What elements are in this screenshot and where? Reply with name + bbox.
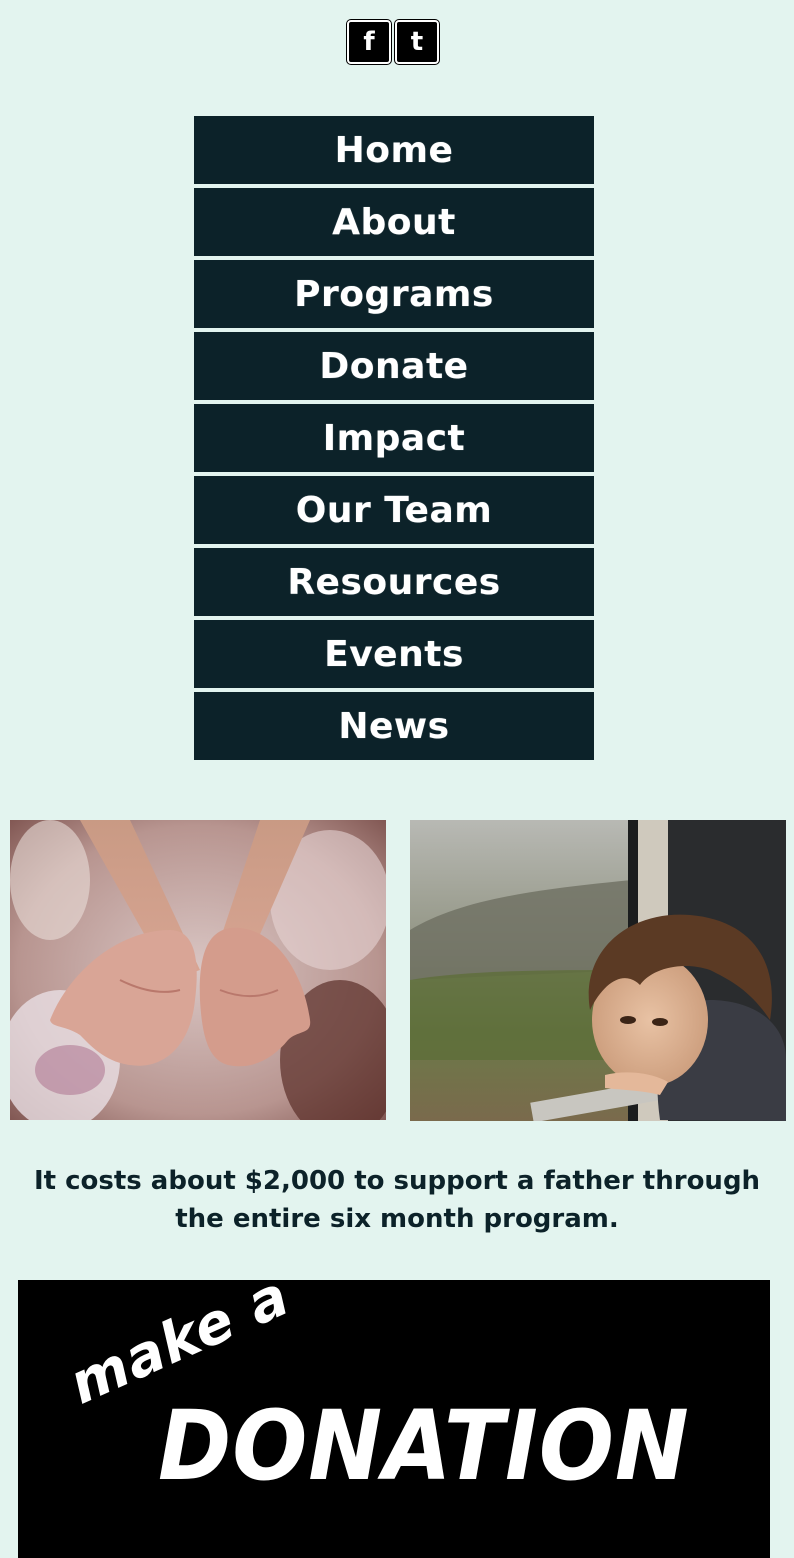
nav-item-news[interactable]: News [194, 692, 594, 760]
donation-banner[interactable]: make a DONATION [18, 1280, 770, 1558]
nav-item-about[interactable]: About [194, 188, 594, 256]
donation-banner-title: DONATION [158, 1390, 690, 1502]
cost-statement: It costs about $2,000 to support a fathe… [33, 1166, 761, 1234]
social-links: f t [347, 20, 439, 64]
facebook-icon[interactable]: f [347, 20, 391, 64]
nav-item-donate[interactable]: Donate [194, 332, 594, 400]
nav-item-impact[interactable]: Impact [194, 404, 594, 472]
nav-item-programs[interactable]: Programs [194, 260, 594, 328]
nav-item-home[interactable]: Home [194, 116, 594, 184]
nav-item-our-team[interactable]: Our Team [194, 476, 594, 544]
boy-window-photo [410, 820, 786, 1121]
nav-item-resources[interactable]: Resources [194, 548, 594, 616]
nav-item-events[interactable]: Events [194, 620, 594, 688]
child-hands-photo [10, 820, 386, 1120]
twitter-icon[interactable]: t [395, 20, 439, 64]
main-nav: Home About Programs Donate Impact Our Te… [194, 116, 594, 764]
